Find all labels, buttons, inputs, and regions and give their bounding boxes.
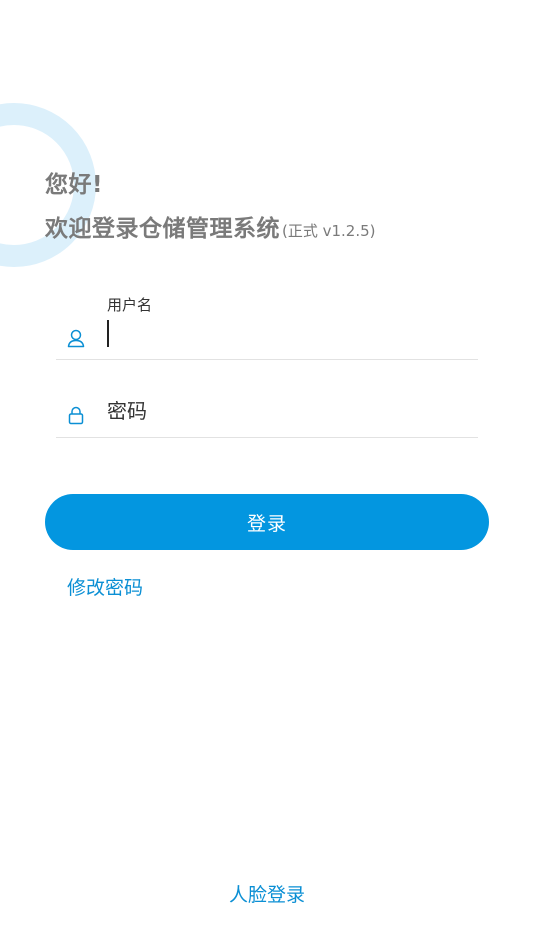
change-password-link[interactable]: 修改密码 [67, 573, 143, 600]
user-icon [67, 329, 85, 348]
greeting-text: 您好! [45, 172, 103, 198]
password-input[interactable] [107, 396, 467, 426]
face-login-link[interactable]: 人脸登录 [0, 880, 534, 907]
lock-icon [68, 406, 84, 425]
welcome-heading: 欢迎登录仓储管理系统 (正式 v1.2.5) [45, 209, 376, 243]
login-button[interactable]: 登录 [45, 494, 489, 550]
system-title: 欢迎登录仓储管理系统 [45, 216, 280, 242]
password-field[interactable] [56, 380, 478, 438]
username-label: 用户名 [107, 296, 153, 314]
version-label: (正式 v1.2.5) [282, 222, 376, 240]
text-cursor [107, 320, 109, 347]
login-screen: 您好! 欢迎登录仓储管理系统 (正式 v1.2.5) 用户名 登录 修改密码 人脸… [0, 0, 534, 950]
username-field[interactable]: 用户名 [56, 290, 478, 360]
